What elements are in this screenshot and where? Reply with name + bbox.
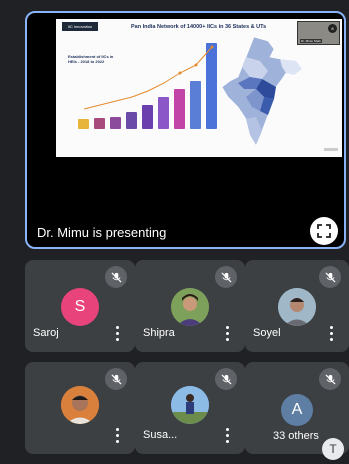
presentation-area[interactable]: IIC innovation Pan India Network of 1400… xyxy=(25,11,346,249)
avatar xyxy=(171,386,209,424)
muted-indicator xyxy=(105,368,127,390)
presenter-camera-name: Dr. Mimu Shah xyxy=(300,39,322,43)
slide-bar xyxy=(94,118,105,129)
muted-indicator xyxy=(319,368,341,390)
others-count: 33 others xyxy=(273,430,319,442)
mic-off-icon xyxy=(220,271,232,283)
profile-photo-icon xyxy=(278,288,316,326)
slide-bar xyxy=(78,119,89,129)
avatar xyxy=(171,288,209,326)
profile-photo-icon xyxy=(171,288,209,326)
muted-indicator xyxy=(105,266,127,288)
more-options-button[interactable] xyxy=(225,326,229,341)
more-options-button[interactable] xyxy=(115,428,119,443)
avatar: A xyxy=(281,394,313,426)
muted-indicator xyxy=(319,266,341,288)
avatar xyxy=(278,288,316,326)
participant-count-badge: 8 xyxy=(328,24,337,33)
participant-tile[interactable]: Shipra xyxy=(135,260,245,352)
mic-off-icon xyxy=(324,271,336,283)
slide-watermark xyxy=(324,148,338,151)
slide-logo: IIC innovation xyxy=(62,22,98,31)
mic-off-icon xyxy=(110,271,122,283)
participant-tile[interactable]: Susa... xyxy=(135,362,245,454)
presenter-camera-thumbnail: 8 Dr. Mimu Shah xyxy=(297,21,340,45)
mic-off-icon xyxy=(220,373,232,385)
avatar xyxy=(61,386,99,424)
avatar: S xyxy=(61,288,99,326)
india-map xyxy=(221,36,303,146)
participant-tile[interactable] xyxy=(25,362,135,454)
fullscreen-icon xyxy=(317,224,331,238)
slide-title: Pan India Network of 14000+ IICs in 36 S… xyxy=(131,24,267,30)
participant-name: Saroj xyxy=(33,327,59,339)
more-options-button[interactable] xyxy=(115,326,119,341)
profile-photo-icon xyxy=(61,386,99,424)
fullscreen-button[interactable] xyxy=(310,217,338,245)
muted-indicator xyxy=(215,266,237,288)
participant-tile[interactable]: S Saroj xyxy=(25,260,135,352)
presenting-status: Dr. Mimu is presenting xyxy=(37,225,167,240)
shared-slide: IIC innovation Pan India Network of 1400… xyxy=(56,19,342,157)
mic-off-icon xyxy=(324,373,336,385)
slide-trend-line xyxy=(83,45,214,110)
participant-name: Soyel xyxy=(253,327,281,339)
participant-name: Susa... xyxy=(143,429,178,441)
profile-photo-icon xyxy=(171,386,209,424)
participant-name: Shipra xyxy=(143,327,175,339)
mic-off-icon xyxy=(110,373,122,385)
more-options-button[interactable] xyxy=(225,428,229,443)
captions-button[interactable]: T xyxy=(322,438,344,460)
more-options-button[interactable] xyxy=(329,326,333,341)
muted-indicator xyxy=(215,368,237,390)
participant-tile[interactable]: Soyel xyxy=(245,260,349,352)
